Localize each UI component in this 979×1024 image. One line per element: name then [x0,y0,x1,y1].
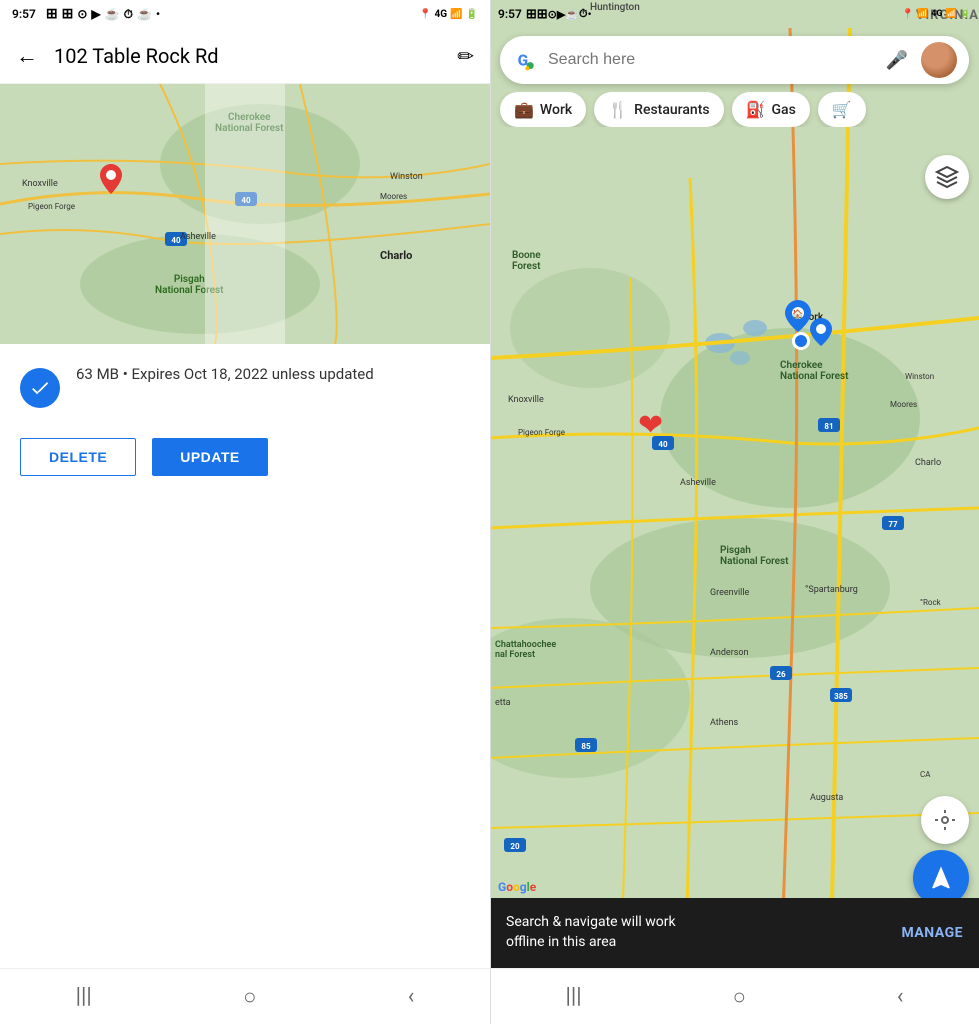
quick-filters: 💼 Work 🍴 Restaurants ⛽ Gas 🛒 [490,92,979,127]
back-nav-button[interactable]: ‹ [408,984,415,1009]
action-buttons: DELETE UPDATE [0,418,490,496]
svg-text:26: 26 [776,670,786,679]
home-button[interactable]: ○ [243,984,256,1010]
map-thumbnail: 40 40 CherokeeNational Forest PisgahNati… [0,84,490,344]
shopping-chip[interactable]: 🛒 [818,92,866,127]
info-section: 63 MB • Expires Oct 18, 2022 unless upda… [0,344,490,418]
manage-button[interactable]: MANAGE [902,925,964,941]
work-chip-icon: 💼 [514,100,534,119]
user-avatar[interactable] [921,42,957,78]
update-button[interactable]: UPDATE [152,438,268,476]
header-left: ← 102 Table Rock Rd ✏ [0,28,490,84]
work-pin-2 [810,318,832,350]
time-left: 9:57 [12,7,36,21]
restaurants-chip-label: Restaurants [634,102,709,118]
favorite-pin: ❤ [638,408,663,443]
svg-text:81: 81 [824,422,833,431]
back-nav-button-right[interactable]: ‹ [897,984,904,1009]
location-button[interactable] [921,796,969,844]
back-button[interactable]: ← [16,43,38,69]
delete-button[interactable]: DELETE [20,438,136,476]
search-input[interactable] [548,51,873,69]
page-title: 102 Table Rock Rd [54,44,457,68]
banner-text: Search & navigate will work offline in t… [506,913,676,952]
right-panel: 81 40 77 26 385 85 20 Huntington VIRGINI… [490,0,979,1024]
svg-text:20: 20 [510,842,520,851]
info-text: 63 MB • Expires Oct 18, 2022 unless upda… [76,364,374,385]
search-bar: G 🎤 [500,36,969,84]
shopping-chip-icon: 🛒 [832,100,852,119]
gas-chip-icon: ⛽ [746,100,766,119]
banner-line2: offline in this area [506,934,616,950]
work-pin-1: 🏠 [785,300,811,336]
restaurants-chip-icon: 🍴 [608,100,628,119]
check-icon [20,368,60,408]
map-label-charlo: Charlo [380,249,412,262]
map-highlight-strip [205,84,285,344]
banner-line1: Search & navigate will work [506,914,676,930]
svg-text:🏠: 🏠 [792,309,803,320]
svg-text:85: 85 [581,742,591,751]
location-pin [100,164,122,198]
offline-banner: Search & navigate will work offline in t… [490,898,979,968]
svg-text:385: 385 [834,692,848,701]
edit-button[interactable]: ✏ [457,44,474,68]
recent-apps-button[interactable]: ||| [76,984,92,1009]
search-bar-container: G 🎤 [490,28,979,92]
microphone-button[interactable]: 🎤 [881,44,913,76]
work-chip[interactable]: 💼 Work [500,92,586,127]
panel-divider [490,0,491,1024]
google-watermark: Google [498,880,536,894]
nav-bar-right: ||| ○ ‹ [490,968,979,1024]
work-chip-label: Work [540,102,572,118]
nav-bar-left: ||| ○ ‹ [0,968,490,1024]
recent-apps-button-right[interactable]: ||| [565,984,581,1009]
home-button-right[interactable]: ○ [733,984,746,1010]
layers-button[interactable] [925,155,969,199]
left-panel: 9:57 ⊞ ⊞ ⊙ ▶ ☕ ⏱ ☕ • 📍 4G 📶 🔋 ← 102 Tabl… [0,0,490,1024]
map-right[interactable]: 81 40 77 26 385 85 20 Huntington VIRGINI… [490,0,979,1024]
status-bar-left: 9:57 ⊞ ⊞ ⊙ ▶ ☕ ⏱ ☕ • 📍 4G 📶 🔋 [0,0,490,28]
restaurants-chip[interactable]: 🍴 Restaurants [594,92,723,127]
time-right: 9:57 [498,7,522,21]
status-bar-right: 9:57 ⊞ ⊞ ⊙ ▶ ☕ ⏱ • 📍 📶 4G 📶 🔋 [490,0,979,28]
gas-chip-label: Gas [772,102,796,118]
gas-chip[interactable]: ⛽ Gas [732,92,810,127]
google-maps-logo: G [512,46,540,74]
svg-text:40: 40 [171,236,181,245]
svg-text:77: 77 [888,520,898,529]
